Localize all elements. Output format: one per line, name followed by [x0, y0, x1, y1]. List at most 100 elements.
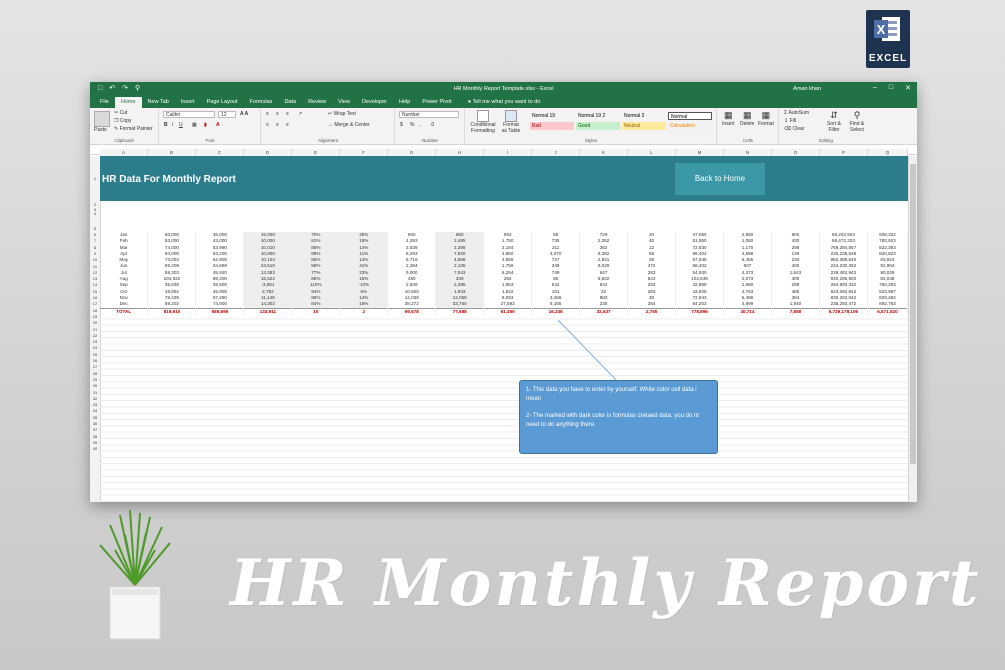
- row-number[interactable]: 20: [90, 320, 100, 325]
- total-cell[interactable]: 819,610: [147, 307, 197, 315]
- row-number[interactable]: 21: [90, 327, 100, 332]
- table-cell[interactable]: 235: [579, 301, 629, 309]
- column-header-m[interactable]: M: [676, 149, 724, 156]
- row-number[interactable]: 15: [90, 289, 100, 294]
- tell-me-box[interactable]: ● Tell me what you want to do: [458, 99, 547, 108]
- cell-style-neutral[interactable]: Neutral: [622, 122, 666, 130]
- align-middle-icon[interactable]: ≡: [276, 111, 279, 117]
- table-cell[interactable]: 284: [627, 301, 677, 309]
- font-color-icon[interactable]: A: [216, 122, 220, 128]
- currency-icon[interactable]: $: [400, 122, 403, 128]
- align-bottom-icon[interactable]: ≡: [286, 111, 289, 117]
- row-number[interactable]: 13: [90, 276, 100, 281]
- table-cell[interactable]: 14,302: [243, 301, 293, 309]
- percent-icon[interactable]: %: [410, 122, 414, 128]
- row-number[interactable]: 27: [90, 364, 100, 369]
- table-cell[interactable]: 1,840: [771, 301, 820, 309]
- row-number[interactable]: 36: [90, 421, 100, 426]
- row-number[interactable]: 25: [90, 352, 100, 357]
- tab-formulas[interactable]: Formulas: [244, 99, 279, 108]
- row-number[interactable]: 39: [90, 440, 100, 445]
- insert-cells-button[interactable]: ▦ Insert: [722, 110, 735, 127]
- copy-button[interactable]: ❐ Copy: [114, 118, 132, 124]
- table-cell[interactable]: Dec: [100, 301, 149, 309]
- total-cell[interactable]: 778,896: [675, 307, 725, 315]
- row-number[interactable]: 17: [90, 301, 100, 306]
- row-number[interactable]: 32: [90, 396, 100, 401]
- row-number[interactable]: 7: [90, 238, 100, 243]
- orientation-icon[interactable]: ↗: [298, 111, 302, 117]
- total-cell[interactable]: 685,699: [195, 307, 245, 315]
- borders-icon[interactable]: ▦: [192, 122, 197, 128]
- tab-view[interactable]: View: [332, 99, 356, 108]
- wrap-text-button[interactable]: ↵ Wrap Text: [328, 111, 356, 117]
- row-number[interactable]: 22: [90, 333, 100, 338]
- decimal-icon[interactable]: .0: [430, 122, 434, 128]
- maximize-icon[interactable]: □: [889, 84, 893, 92]
- tab-review[interactable]: Review: [302, 99, 332, 108]
- total-cell[interactable]: 32,637: [579, 307, 629, 315]
- close-icon[interactable]: ✕: [905, 84, 911, 92]
- paste-icon[interactable]: [94, 111, 110, 127]
- total-cell[interactable]: 5,729,178,106: [819, 307, 868, 315]
- column-header-h[interactable]: H: [436, 149, 484, 156]
- table-cell[interactable]: 84%: [291, 301, 341, 309]
- row-number[interactable]: 35: [90, 415, 100, 420]
- column-header-g[interactable]: G: [388, 149, 436, 156]
- tab-page-layout[interactable]: Page Layout: [201, 99, 244, 108]
- tab-help[interactable]: Help: [393, 99, 416, 108]
- cell-style-normal[interactable]: Normal: [668, 112, 712, 120]
- table-cell[interactable]: 238,293,472: [819, 301, 868, 309]
- column-header-j[interactable]: J: [532, 149, 580, 156]
- column-header-k[interactable]: K: [580, 149, 628, 156]
- total-cell[interactable]: 40,714: [723, 307, 772, 315]
- number-format-select[interactable]: Number: [399, 111, 459, 118]
- merge-center-button[interactable]: ↔ Merge & Center: [328, 122, 370, 128]
- row-number[interactable]: 23: [90, 339, 100, 344]
- format-cells-button[interactable]: ▦ Format: [758, 110, 774, 127]
- row-number[interactable]: 19: [90, 314, 100, 319]
- align-center-icon[interactable]: ≡: [276, 122, 279, 128]
- autosum-button[interactable]: Σ AutoSum: [784, 110, 809, 116]
- back-to-home-button[interactable]: Back to Home: [675, 163, 765, 195]
- tab-power-pivot[interactable]: Power Pivot: [416, 99, 457, 108]
- row-number[interactable]: 30: [90, 383, 100, 388]
- format-painter-button[interactable]: ✎ Format Painter: [114, 126, 153, 132]
- delete-cells-button[interactable]: ▦ Delete: [740, 110, 754, 127]
- column-header-n[interactable]: N: [724, 149, 772, 156]
- column-header-l[interactable]: L: [628, 149, 676, 156]
- row-number[interactable]: 4: [90, 211, 100, 216]
- align-right-icon[interactable]: ≡: [286, 122, 289, 128]
- column-header-d[interactable]: D: [244, 149, 292, 156]
- clear-button[interactable]: ⌫ Clear: [784, 126, 804, 132]
- table-cell[interactable]: 84,203: [675, 301, 725, 309]
- column-header-f[interactable]: F: [340, 149, 388, 156]
- find-select-button[interactable]: ⚲ Find & Select: [846, 110, 868, 133]
- row-number[interactable]: 8: [90, 245, 100, 250]
- table-cell[interactable]: 892,783: [867, 301, 909, 309]
- align-left-icon[interactable]: ≡: [266, 122, 269, 128]
- row-number[interactable]: 18: [90, 308, 100, 313]
- total-cell[interactable]: 7,658: [771, 307, 820, 315]
- tab-new-tab[interactable]: New Tab: [142, 99, 175, 108]
- column-header-q[interactable]: Q: [868, 149, 908, 156]
- user-name[interactable]: Aman khan: [793, 86, 821, 92]
- row-number[interactable]: 24: [90, 345, 100, 350]
- row-number[interactable]: 26: [90, 358, 100, 363]
- cell-style-normal-19-2[interactable]: Normal 19 2: [576, 112, 620, 120]
- conditional-formatting-button[interactable]: Conditional Formatting: [470, 110, 496, 134]
- column-header-c[interactable]: C: [196, 149, 244, 156]
- column-header-a[interactable]: A: [100, 149, 148, 156]
- total-cell[interactable]: TOTAL: [100, 307, 149, 315]
- row-number[interactable]: 34: [90, 408, 100, 413]
- tab-data[interactable]: Data: [278, 99, 302, 108]
- row-number[interactable]: 5: [90, 226, 100, 231]
- cell-style-bad[interactable]: Bad: [530, 122, 574, 130]
- table-cell[interactable]: 4,999: [723, 301, 772, 309]
- worksheet-grid[interactable]: HR Data For Monthly Report Back to Home …: [100, 156, 909, 502]
- row-number[interactable]: 33: [90, 402, 100, 407]
- total-cell[interactable]: 10: [291, 307, 341, 315]
- italic-button[interactable]: I: [172, 122, 173, 128]
- table-cell[interactable]: 6,165: [531, 301, 581, 309]
- tab-home[interactable]: Home: [114, 97, 142, 108]
